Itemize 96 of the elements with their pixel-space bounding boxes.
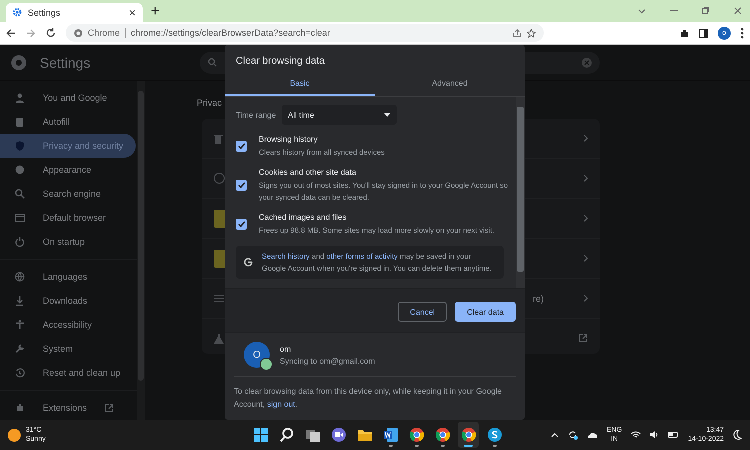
tab[interactable]: Advanced: [375, 75, 525, 96]
gear-icon: [13, 8, 22, 17]
speaker-icon[interactable]: [650, 431, 660, 439]
footer-text: To clear browsing data from this device only, while keeping it in your Google Account, sign out.: [233, 386, 503, 411]
chevron-up-icon[interactable]: [551, 432, 560, 438]
new-tab-button[interactable]: +: [151, 3, 160, 20]
compass-icon: [214, 173, 225, 184]
chrome-logo-icon: [74, 28, 83, 38]
battery-icon[interactable]: [668, 432, 680, 438]
star-icon[interactable]: [527, 28, 536, 38]
option-title: Browsing history: [259, 135, 319, 144]
browser-window-icon: [15, 213, 25, 223]
document-icon: [382, 427, 398, 443]
google-g-icon: [244, 258, 253, 268]
chevron-right-icon[interactable]: [584, 175, 588, 182]
chat-bubble-icon: [486, 427, 502, 443]
scrollbar[interactable]: [137, 81, 145, 420]
sidebar-item[interactable]: Autofill: [0, 110, 136, 134]
account-name: om: [280, 344, 292, 354]
chevron-right-icon[interactable]: [584, 255, 588, 262]
chevron-right-icon[interactable]: [584, 295, 588, 302]
power-icon: [15, 237, 25, 247]
sidebar-item[interactable]: Downloads: [0, 289, 136, 313]
option-title: Cached images and files: [259, 212, 348, 222]
chrome-logo-icon: [11, 54, 27, 70]
tab[interactable]: Basic: [225, 75, 375, 96]
accessibility-icon: [15, 320, 25, 330]
chrome-logo-icon: [460, 427, 476, 443]
option-title: Cookies and other site data: [259, 168, 358, 178]
search-icon: [15, 189, 25, 199]
shield-icon: [15, 141, 25, 151]
globe-icon: [15, 272, 25, 282]
chevron-right-icon[interactable]: [584, 215, 588, 222]
browser-tab[interactable]: Settings ×: [6, 3, 143, 22]
sidebar-item[interactable]: Search engine: [0, 182, 136, 206]
checkbox[interactable]: [236, 180, 247, 191]
moon-icon[interactable]: [733, 430, 742, 440]
section-title: Privac: [197, 98, 222, 108]
sun-icon: [8, 428, 21, 442]
sync-status: Syncing to om@gmail.com: [280, 356, 376, 366]
external-link-icon[interactable]: [579, 334, 588, 343]
cloud-icon[interactable]: [587, 432, 598, 438]
cancel-button[interactable]: Cancel: [398, 302, 448, 322]
clear-data-button[interactable]: Clear data: [455, 302, 516, 322]
sidebar-item[interactable]: Appearance: [0, 158, 136, 182]
wifi-icon[interactable]: [631, 431, 642, 439]
account-avatar: O: [244, 342, 270, 368]
dialog-title: Clear browsing data: [236, 56, 325, 67]
task-view-icon: [304, 427, 320, 443]
external-link-icon: [105, 404, 114, 412]
sidebar-item[interactable]: Default browser: [0, 206, 136, 230]
minimize-icon[interactable]: [670, 10, 678, 12]
flask-icon: [214, 334, 224, 344]
sidebar-item[interactable]: Extensions: [0, 396, 136, 420]
chrome-logo-icon: [408, 427, 424, 443]
sidebar-item[interactable]: You and Google: [0, 86, 136, 110]
search-icon: [278, 427, 294, 443]
back-arrow-icon[interactable]: [6, 28, 16, 38]
video-chat-icon: [330, 427, 346, 443]
restore-icon[interactable]: [702, 7, 710, 15]
chrome-logo-icon: [434, 427, 450, 443]
sliders-icon: [214, 294, 224, 303]
address-bar[interactable]: Chrome chrome://settings/clearBrowserData?search=clear: [66, 24, 544, 42]
chevron-right-icon[interactable]: [584, 135, 588, 142]
person-icon: [15, 93, 25, 103]
folder-icon: [356, 427, 372, 443]
scrollbar[interactable]: [516, 97, 525, 288]
sidebar-item[interactable]: System: [0, 337, 136, 361]
share-icon[interactable]: [513, 28, 522, 38]
page-title: Settings: [40, 54, 91, 70]
download-icon: [15, 296, 25, 306]
time-range-dropdown[interactable]: All time: [282, 105, 398, 125]
dropdown-arrow-icon: [384, 113, 392, 117]
sync-icon[interactable]: [568, 430, 578, 440]
close-icon[interactable]: [734, 7, 742, 15]
reload-icon[interactable]: [46, 28, 56, 38]
link[interactable]: sign out: [267, 400, 296, 409]
windows-logo-icon: [252, 427, 268, 443]
sidebar-item[interactable]: On startup: [0, 230, 136, 254]
sidebar-item[interactable]: Accessibility: [0, 313, 136, 337]
sync-badge-icon: [260, 358, 273, 372]
wrench-icon: [15, 344, 25, 354]
chevron-down-icon[interactable]: [638, 8, 646, 14]
sidebar-item[interactable]: Languages: [0, 265, 136, 289]
history-icon: [15, 368, 25, 378]
search-icon: [208, 58, 217, 67]
tab-close-button[interactable]: ×: [128, 6, 136, 20]
more-menu-icon[interactable]: [741, 28, 744, 38]
checkbox[interactable]: [236, 141, 247, 152]
taskbar-app[interactable]: [458, 422, 479, 448]
row-text: re): [533, 294, 544, 304]
sidebar-item[interactable]: Reset and clean up: [0, 361, 136, 385]
trash-icon: [214, 134, 223, 144]
checkbox[interactable]: [236, 218, 247, 230]
field-label: Time range: [236, 110, 276, 120]
sidebar-icon[interactable]: [699, 28, 708, 38]
